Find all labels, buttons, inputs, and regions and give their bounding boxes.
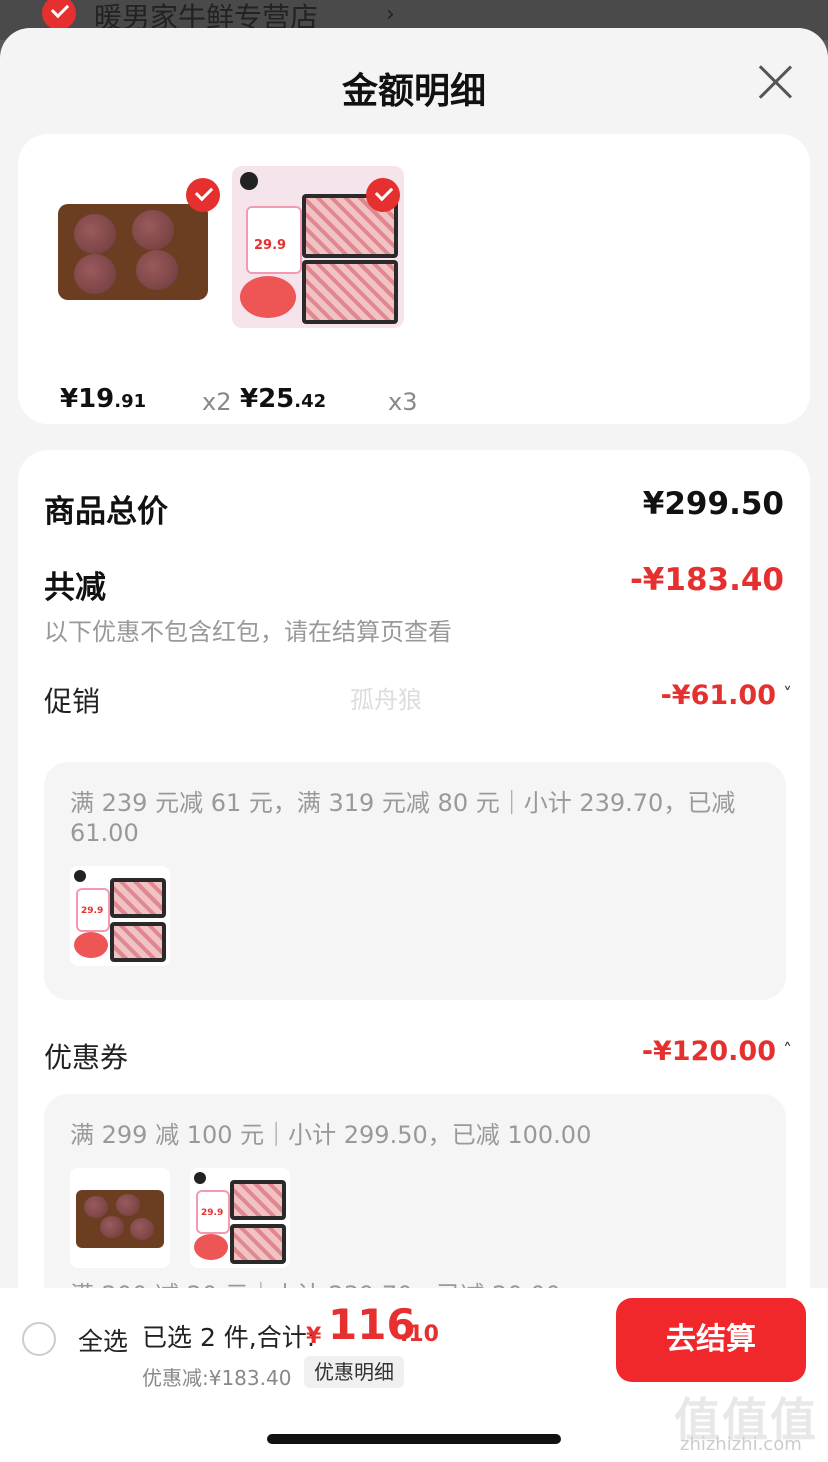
selected-check-icon — [186, 178, 220, 212]
total-amount-decimal: .10 — [400, 1322, 439, 1347]
promo-detail-box: 满 239 元减 61 元，满 319 元减 80 元｜小计 239.70，已减… — [44, 762, 786, 1000]
promo-detail-text: 满 239 元减 61 元，满 319 元减 80 元｜小计 239.70，已减… — [70, 789, 736, 847]
checkout-bar: 全选 已选 2 件,合计: ¥ 116 .10 优惠减:¥183.40 优惠明细… — [0, 1288, 828, 1462]
product-item[interactable]: ¥19.91 x2 — [52, 166, 231, 416]
home-indicator[interactable] — [267, 1434, 561, 1444]
chevron-up-icon[interactable]: ˄ — [783, 1040, 792, 1061]
checkout-button[interactable]: 去结算 — [616, 1298, 806, 1382]
chevron-right-icon: › — [386, 2, 395, 27]
product-image-beef-patty — [52, 166, 224, 328]
amount-detail-sheet: 金额明细 ¥19.91 x2 29.9 ¥25.42 x3 商品总价 ¥299.… — [0, 28, 828, 1462]
coupon-thumb-beef — [70, 1168, 170, 1268]
promo-label: 促销 — [44, 685, 101, 718]
reduce-value: -¥183.40 — [629, 562, 784, 598]
watermark-text: 孤舟狼 — [350, 686, 422, 714]
coupon-detail-text-1: 满 299 减 100 元｜小计 299.50，已减 100.00 — [70, 1121, 592, 1149]
promo-value: -¥61.00 — [660, 680, 776, 711]
close-icon[interactable] — [757, 64, 793, 100]
store-check-icon[interactable] — [42, 0, 76, 30]
select-all-radio[interactable] — [22, 1322, 56, 1356]
selected-check-icon — [366, 178, 400, 212]
promo-thumb-lamb: 29.9 — [70, 866, 170, 966]
total-label: 商品总价 — [44, 494, 168, 530]
coupon-label: 优惠券 — [44, 1041, 129, 1074]
product-price: ¥19.91 — [60, 384, 147, 414]
reduce-label: 共减 — [44, 570, 106, 606]
product-item[interactable]: 29.9 ¥25.42 x3 — [232, 166, 417, 416]
coupon-value: -¥120.00 — [641, 1036, 776, 1067]
site-watermark-url: zhizhizhi.com — [680, 1434, 802, 1455]
discount-detail-button[interactable]: 优惠明细 — [304, 1356, 404, 1388]
product-image-lamb-roll: 29.9 — [232, 166, 404, 328]
product-card: ¥19.91 x2 29.9 ¥25.42 x3 — [18, 134, 810, 424]
product-quantity: x2 — [202, 388, 232, 416]
product-price: ¥25.42 — [240, 384, 327, 414]
currency-symbol: ¥ — [306, 1324, 322, 1349]
product-quantity: x3 — [388, 388, 418, 416]
chevron-down-icon[interactable]: ˅ — [783, 684, 792, 705]
discount-summary: 优惠减:¥183.40 — [142, 1366, 292, 1390]
reduce-note: 以下优惠不包含红包，请在结算页查看 — [44, 618, 452, 646]
coupon-thumb-lamb: 29.9 — [190, 1168, 290, 1268]
total-value: ¥299.50 — [642, 486, 784, 522]
selected-summary: 已选 2 件,合计: — [142, 1323, 316, 1352]
sheet-title: 金额明细 — [341, 71, 486, 112]
select-all-label[interactable]: 全选 — [78, 1322, 128, 1358]
